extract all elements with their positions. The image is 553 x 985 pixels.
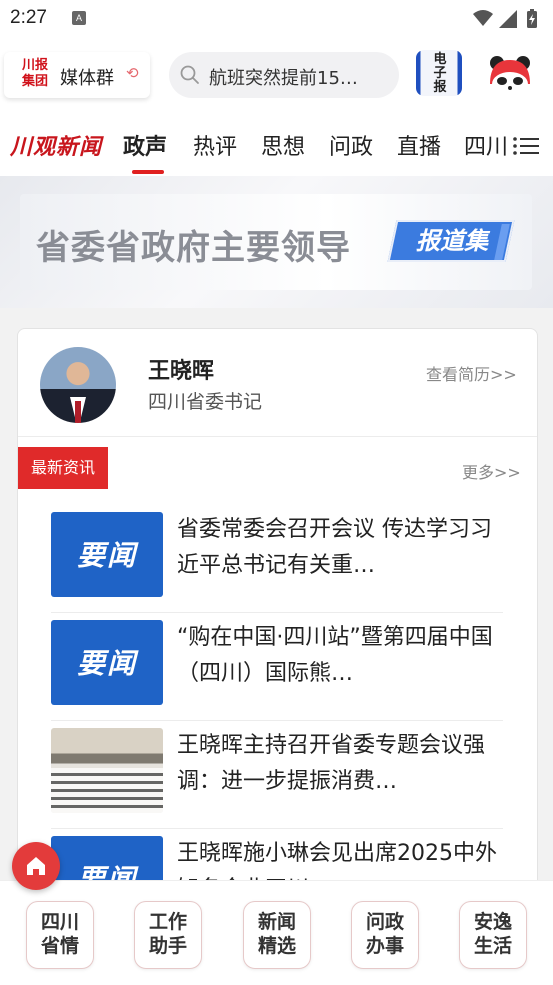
tab-reping[interactable]: 热评 [193,129,237,161]
tab-sixiang[interactable]: 思想 [261,129,305,161]
notification-app-icon: A [72,11,86,25]
switch-icon: ⟲ [126,64,139,82]
tab-wenzheng[interactable]: 问政 [329,129,373,161]
nav-label: 工作 助手 [148,911,187,957]
nav-label: 问政 办事 [365,911,404,957]
banner-tag: 报道集 [416,227,488,255]
brand-channel-tab[interactable]: 川观新闻 [10,129,102,161]
leader-avatar [40,347,116,423]
status-bar: 2:27 A [0,0,553,38]
nav-work-assistant[interactable]: 工作 助手 [134,901,202,969]
panda-icon[interactable] [488,54,532,98]
channel-menu-icon[interactable] [513,136,539,156]
channel-tabs: 川观新闻 政声 热评 思想 问政 直播 四川 [0,116,553,176]
view-resume-link[interactable]: 查看简历>> [426,361,517,385]
photo-detail [51,768,163,813]
search-bar[interactable]: 航班突然提前15… [169,52,399,98]
news-thumbnail: 要闻 [51,620,163,705]
news-thumbnail-photo [51,728,163,813]
latest-news-badge: 最新资讯 [18,447,108,489]
tab-zhibo[interactable]: 直播 [397,129,441,161]
status-time: 2:27 [10,7,47,28]
leader-name: 王晓晖 [148,359,215,384]
thumb-label: 要闻 [76,539,137,572]
news-title: 王晓晖主持召开省委专题会议强调：进一步提振消费… [177,733,486,794]
thumb-label: 要闻 [76,647,137,680]
news-item[interactable]: 要闻 “购在中国·四川站”暨第四届中国（四川）国际熊… [51,620,503,721]
nav-news-selection[interactable]: 新闻 精选 [243,901,311,969]
nav-easy-life[interactable]: 安逸 生活 [459,901,527,969]
active-tab-indicator [132,170,164,174]
divider [18,436,537,437]
e-paper-label: 电子报 [433,52,447,95]
nav-label: 安逸 生活 [473,911,512,957]
news-title: “购在中国·四川站”暨第四届中国（四川）国际熊… [177,625,493,686]
news-title: 省委常委会召开会议 传达学习习近平总书记有关重… [177,517,492,578]
news-item[interactable]: 要闻 省委常委会召开会议 传达学习习近平总书记有关重… [51,512,503,613]
nav-label: 新闻 精选 [257,911,296,957]
leader-card: 王晓晖 四川省委书记 查看简历>> 最新资讯 更多>> 要闻 省委常委会召开会议… [17,328,538,930]
avatar-tie [75,401,81,423]
logo-brand-mark: 川报 集团 [22,58,49,89]
home-button[interactable] [12,842,60,890]
logo-text: 媒体群 [60,68,114,89]
banner-title: 省委省政府主要领导 [36,228,351,268]
media-group-logo[interactable]: 川报 集团 媒体群 ⟲ [4,52,150,98]
search-icon [180,65,199,84]
news-item[interactable]: 王晓晖主持召开省委专题会议强调：进一步提振消费… [51,728,503,829]
nav-label: 四川 省情 [40,911,79,957]
news-thumbnail: 要闻 [51,512,163,597]
tab-sichuan[interactable]: 四川 [464,129,508,161]
search-hint: 航班突然提前15… [209,68,358,89]
report-collection-banner[interactable]: 省委省政府主要领导 报道集 [0,176,553,308]
more-news-link[interactable]: 更多>> [462,459,521,483]
home-icon [27,857,45,875]
system-status-icons [473,9,537,28]
tab-zhengsheng[interactable]: 政声 [123,129,167,161]
nav-sichuan-info[interactable]: 四川 省情 [26,901,94,969]
top-header: 川报 集团 媒体群 ⟲ 航班突然提前15… 电子报 [0,38,553,116]
bottom-nav: 四川 省情 工作 助手 新闻 精选 问政 办事 安逸 生活 [0,880,553,985]
e-paper-button[interactable]: 电子报 [416,50,462,102]
nav-government-services[interactable]: 问政 办事 [351,901,419,969]
leader-title: 四川省委书记 [148,391,263,413]
